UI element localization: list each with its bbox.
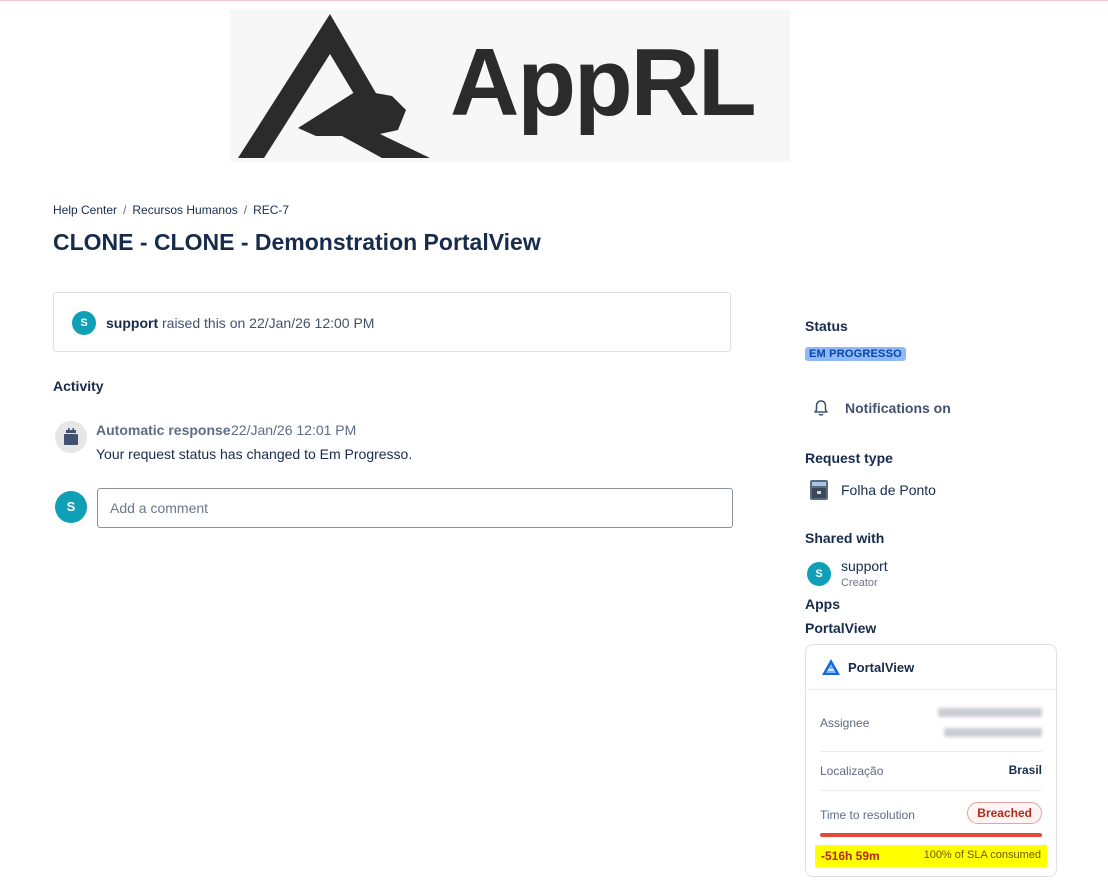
status-badge: EM PROGRESSO (805, 347, 906, 361)
status-label: Status (805, 318, 848, 334)
breadcrumb-separator: / (123, 203, 127, 217)
portalview-icon (822, 659, 840, 675)
notifications-toggle[interactable]: Notifications on (812, 398, 972, 420)
comment-avatar: S (55, 491, 87, 523)
breadcrumb-issue-key[interactable]: REC-7 (253, 203, 289, 217)
apprl-logo-mark (238, 14, 430, 158)
time-clock-icon (810, 480, 828, 500)
bot-avatar (55, 421, 87, 453)
logo-text: AppRL (450, 29, 757, 136)
raised-info: support raised this on 22/Jan/26 12:00 P… (106, 315, 374, 331)
sla-consumed: 100% of SLA consumed (923, 849, 1041, 861)
ttr-label: Time to resolution (820, 808, 915, 822)
bell-icon (814, 400, 828, 416)
card-header: PortalView (806, 645, 1056, 690)
app-link-portalview[interactable]: PortalView (805, 620, 876, 636)
shared-user-role: Creator (841, 577, 878, 589)
request-type-label: Request type (805, 450, 893, 466)
shared-with-label: Shared with (805, 530, 885, 546)
apps-label: Apps (805, 596, 840, 612)
sla-highlight: -516h 59m 100% of SLA consumed (815, 845, 1047, 867)
request-type-value: Folha de Ponto (841, 482, 936, 498)
sla-time: -516h 59m (821, 849, 880, 863)
top-border-line (0, 0, 1108, 1)
location-label: Localização (820, 764, 884, 778)
activity-heading: Activity (53, 378, 104, 394)
shared-user-avatar: S (807, 562, 831, 586)
robot-icon (64, 428, 78, 445)
avatar[interactable]: S (72, 311, 96, 335)
notifications-label: Notifications on (845, 400, 951, 416)
activity-body: Your request status has changed to Em Pr… (96, 446, 413, 462)
assignee-name-blurred (938, 708, 1042, 717)
breadcrumb-recursos-humanos[interactable]: Recursos Humanos (132, 203, 237, 217)
activity-time: 22/Jan/26 12:01 PM (231, 422, 357, 438)
portalview-card: PortalView Assignee Localização Brasil T… (805, 644, 1057, 877)
raised-user: support (106, 315, 159, 331)
sla-progress-bar (820, 833, 1042, 837)
row-divider (820, 790, 1042, 791)
card-title: PortalView (848, 660, 915, 675)
breadcrumb-help-center[interactable]: Help Center (53, 203, 117, 217)
shared-user-name: support (841, 558, 888, 574)
breadcrumb: Help Center / Recursos Humanos / REC-7 (53, 203, 289, 217)
comment-input[interactable] (97, 488, 733, 528)
row-divider (820, 751, 1042, 752)
apprl-logo: AppRL (230, 10, 790, 162)
assignee-name-blurred (944, 728, 1042, 737)
request-raised-box: S support raised this on 22/Jan/26 12:00… (53, 292, 731, 352)
location-value: Brasil (1008, 763, 1042, 777)
breadcrumb-separator: / (243, 203, 248, 217)
raised-text: raised this on 22/Jan/26 12:00 PM (162, 315, 375, 331)
activity-author: Automatic response (96, 422, 231, 438)
assignee-label: Assignee (820, 716, 870, 730)
breached-badge: Breached (967, 802, 1042, 824)
page-title: CLONE - CLONE - Demonstration PortalView (53, 229, 541, 255)
